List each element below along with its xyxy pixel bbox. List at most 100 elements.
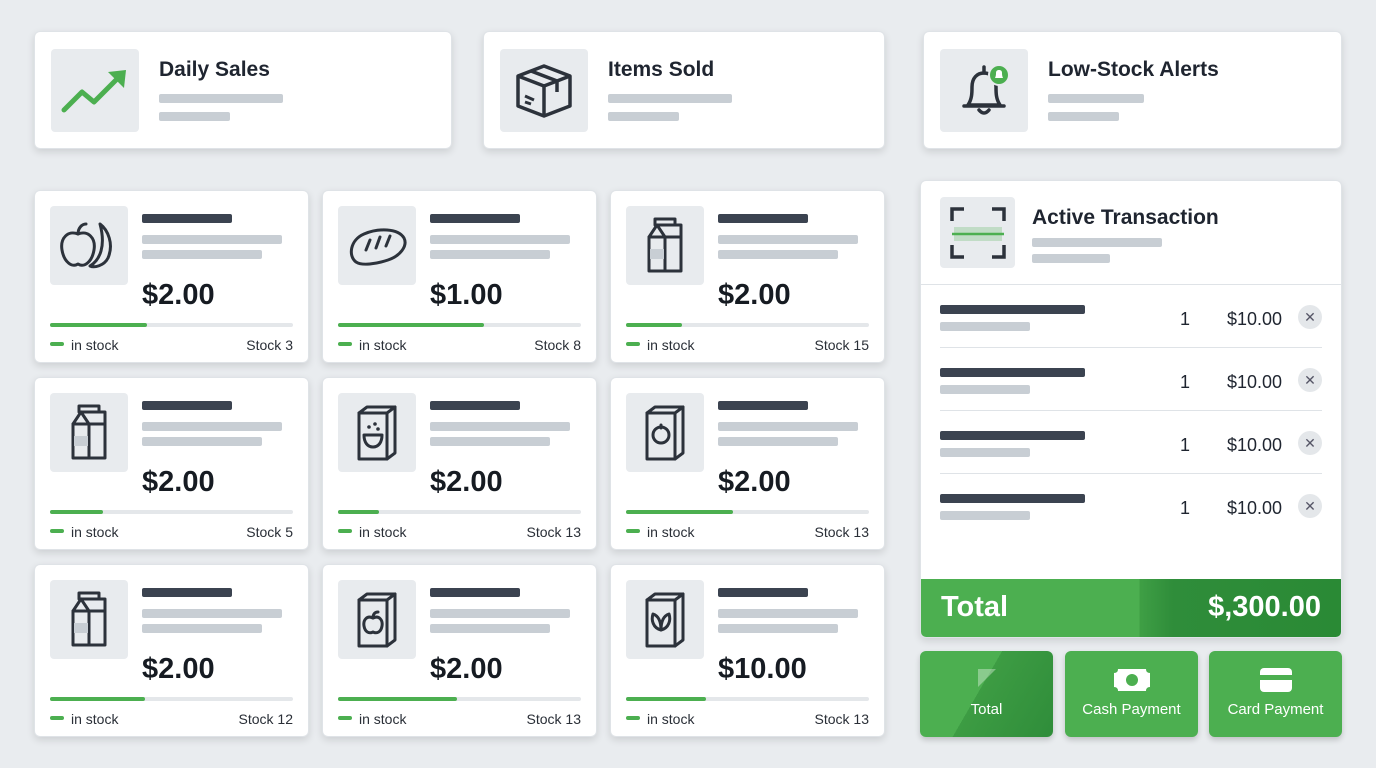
total-bar: Total $,300.00	[921, 579, 1341, 637]
stock-level-bar	[50, 510, 293, 514]
total-button-label: Total	[970, 701, 1003, 718]
placeholder-line	[718, 437, 838, 446]
product-price: $1.00	[430, 279, 503, 311]
placeholder-line	[430, 250, 550, 259]
placeholder-line	[718, 624, 838, 633]
stock-indicator	[338, 529, 352, 533]
placeholder-line	[1032, 238, 1162, 247]
milk-carton-icon	[626, 206, 704, 285]
bread-icon	[338, 206, 416, 285]
snack-box-icon	[626, 393, 704, 472]
product-card[interactable]: $2.00 in stock Stock 15	[610, 190, 885, 363]
stock-indicator	[50, 342, 64, 346]
cereal-box-icon	[338, 393, 416, 472]
product-card[interactable]: $2.00 in stock Stock 12	[34, 564, 309, 737]
product-price: $2.00	[718, 279, 791, 311]
stat-card-items-sold[interactable]: Items Sold	[483, 31, 885, 149]
product-price: $2.00	[430, 653, 503, 685]
stock-status-label: in stock	[359, 337, 407, 353]
product-card[interactable]: $2.00 in stock Stock 3	[34, 190, 309, 363]
placeholder-line	[142, 609, 282, 618]
transaction-line-item: 1 $10.00 ✕	[940, 411, 1322, 474]
product-card[interactable]: $2.00 in stock Stock 13	[322, 564, 597, 737]
placeholder-line	[608, 112, 679, 121]
stock-count: Stock 13	[814, 711, 869, 727]
product-name-placeholder	[142, 214, 232, 223]
stock-level-bar	[626, 697, 869, 701]
stock-status-label: in stock	[647, 524, 695, 540]
stat-card-daily-sales[interactable]: Daily Sales	[34, 31, 452, 149]
transaction-line-item: 1 $10.00 ✕	[940, 285, 1322, 348]
leaf-box-icon	[626, 580, 704, 659]
product-price: $10.00	[718, 653, 807, 685]
stock-status-label: in stock	[647, 337, 695, 353]
placeholder-line	[940, 385, 1030, 394]
product-price: $2.00	[718, 466, 791, 498]
stock-level-bar	[50, 697, 293, 701]
product-card[interactable]: $2.00 in stock Stock 13	[322, 377, 597, 550]
placeholder-line	[1048, 112, 1119, 121]
placeholder-line	[142, 624, 262, 633]
product-name-placeholder	[718, 588, 808, 597]
milk-carton-icon	[50, 580, 128, 659]
stat-title: Low-Stock Alerts	[1048, 58, 1219, 81]
cash-payment-button[interactable]: Cash Payment	[1065, 651, 1198, 737]
item-amount: $10.00	[1226, 498, 1282, 518]
product-card[interactable]: $2.00 in stock Stock 13	[610, 377, 885, 550]
active-transaction-panel: Active Transaction 1 $10.00 ✕ 1 $10.00 ✕…	[920, 180, 1342, 638]
box-icon	[500, 49, 588, 132]
stock-indicator	[338, 342, 352, 346]
remove-item-button[interactable]: ✕	[1298, 494, 1322, 518]
placeholder-line	[1032, 254, 1110, 263]
trend-up-icon	[51, 49, 139, 132]
placeholder-line	[718, 235, 858, 244]
remove-item-button[interactable]: ✕	[1298, 305, 1322, 329]
close-icon: ✕	[1304, 372, 1316, 388]
stock-status-label: in stock	[359, 524, 407, 540]
stock-indicator	[626, 342, 640, 346]
placeholder-line	[142, 250, 262, 259]
placeholder-line	[940, 448, 1030, 457]
transaction-title: Active Transaction	[1032, 206, 1219, 229]
total-amount: $,300.00	[1208, 591, 1321, 623]
credit-card-icon	[1259, 668, 1292, 692]
total-label: Total	[941, 591, 1009, 623]
item-quantity: 1	[1180, 435, 1191, 455]
stock-indicator	[626, 716, 640, 720]
item-amount: $10.00	[1226, 435, 1282, 455]
stock-level-bar	[338, 697, 581, 701]
transaction-line-item: 1 $10.00 ✕	[940, 474, 1322, 537]
placeholder-line	[430, 422, 570, 431]
milk-carton-icon	[50, 393, 128, 472]
stock-status-label: in stock	[71, 524, 119, 540]
product-name-placeholder	[718, 214, 808, 223]
stock-level-bar	[626, 510, 869, 514]
stock-status-label: in stock	[71, 711, 119, 727]
cash-payment-label: Cash Payment	[1082, 701, 1181, 718]
remove-item-button[interactable]: ✕	[1298, 368, 1322, 392]
transaction-line-item: 1 $10.00 ✕	[940, 348, 1322, 411]
placeholder-line	[1048, 94, 1144, 103]
placeholder-line	[159, 94, 283, 103]
card-payment-button[interactable]: Card Payment	[1209, 651, 1342, 737]
stock-level-bar	[338, 323, 581, 327]
total-button[interactable]: Total	[920, 651, 1053, 737]
product-card[interactable]: $2.00 in stock Stock 5	[34, 377, 309, 550]
product-card[interactable]: $10.00 in stock Stock 13	[610, 564, 885, 737]
remove-item-button[interactable]: ✕	[1298, 431, 1322, 455]
placeholder-line	[430, 609, 570, 618]
card-payment-label: Card Payment	[1227, 701, 1324, 718]
placeholder-line	[940, 322, 1030, 331]
item-name-placeholder	[940, 494, 1085, 503]
placeholder-line	[608, 94, 732, 103]
placeholder-line	[718, 250, 838, 259]
product-name-placeholder	[430, 588, 520, 597]
close-icon: ✕	[1304, 435, 1316, 451]
product-card[interactable]: $1.00 in stock Stock 8	[322, 190, 597, 363]
placeholder-line	[718, 609, 858, 618]
stat-card-low-stock-alerts[interactable]: Low-Stock Alerts	[923, 31, 1342, 149]
bell-alert-icon	[940, 49, 1028, 132]
stock-level-bar	[626, 323, 869, 327]
placeholder-line	[430, 235, 570, 244]
apple-box-icon	[338, 580, 416, 659]
